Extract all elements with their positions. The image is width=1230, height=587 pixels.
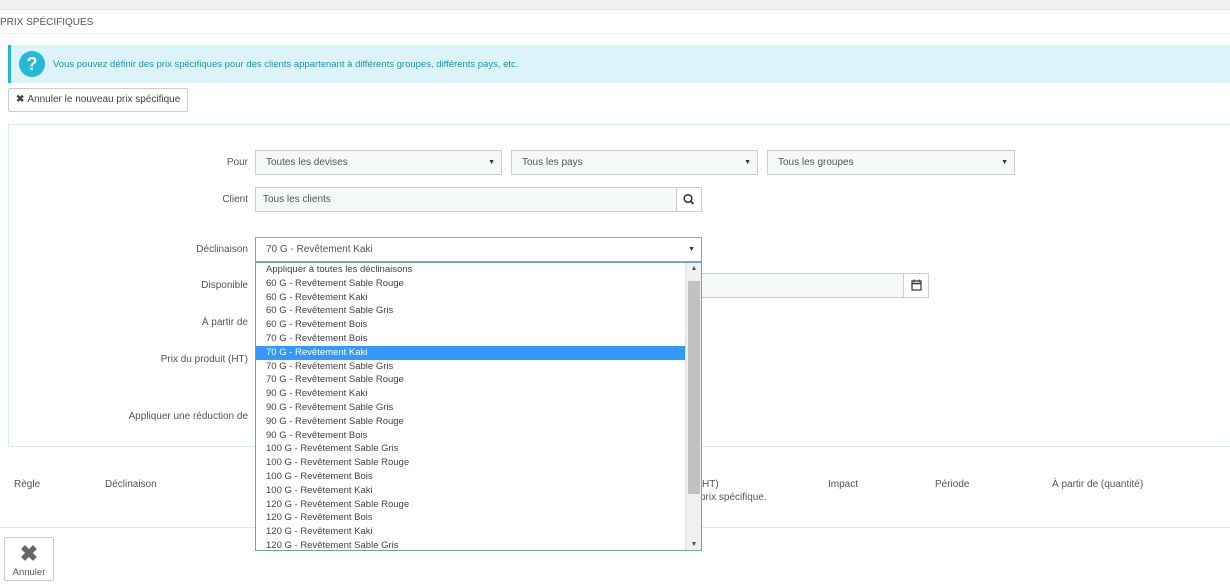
dropdown-option[interactable]: 70 G - Revêtement Kaki	[256, 345, 685, 360]
scrollbar-thumb[interactable]	[688, 281, 700, 494]
dropdown-option[interactable]: 60 G - Revêtement Kaki	[256, 291, 685, 305]
dropdown-option[interactable]: 70 G - Revêtement Sable Gris	[256, 360, 685, 374]
dropdown-option[interactable]: 100 G - Revêtement Sable Rouge	[256, 456, 685, 470]
dropdown-option[interactable]: 120 G - Revêtement Bois	[256, 511, 685, 525]
date-picker-button[interactable]	[903, 273, 929, 298]
scrollbar[interactable]: ▲ ▼	[685, 263, 701, 550]
col-periode: Période	[935, 479, 970, 490]
currency-value: Toutes les devises	[266, 157, 348, 168]
declinaison-label: Déclinaison	[196, 244, 248, 255]
group-select[interactable]: Tous les groupes ▼	[767, 150, 1015, 175]
pour-label: Pour	[226, 157, 248, 168]
dropdown-option[interactable]: Appliquer à toutes les déclinaisons	[256, 263, 685, 277]
panel-title: PRIX SPÉCIFIQUES	[0, 10, 1230, 34]
search-icon	[683, 193, 695, 205]
calendar-icon	[911, 279, 922, 291]
dropdown-option[interactable]: 90 G - Revêtement Sable Gris	[256, 401, 685, 415]
dropdown-option[interactable]: 120 G - Revêtement Sable Gris	[256, 539, 685, 550]
caret-down-icon: ▼	[688, 246, 695, 253]
close-icon: ✖	[16, 94, 25, 105]
dropdown-option[interactable]: 90 G - Revêtement Kaki	[256, 387, 685, 401]
caret-down-icon: ▼	[1001, 159, 1008, 166]
disponible-label: Disponible	[201, 280, 248, 291]
dropdown-option[interactable]: 90 G - Revêtement Sable Rouge	[256, 415, 685, 429]
dropdown-option[interactable]: 120 G - Revêtement Sable Rouge	[256, 498, 685, 512]
country-select[interactable]: Tous les pays ▼	[511, 150, 758, 175]
currency-select[interactable]: Toutes les devises ▼	[255, 150, 502, 175]
question-icon: ?	[19, 51, 45, 77]
cancel-new-label: Annuler le nouveau prix spécifique	[27, 94, 181, 105]
reduction-label: Appliquer une réduction de	[128, 411, 248, 422]
client-search-button[interactable]	[676, 187, 702, 212]
col-regle: Règle	[14, 479, 41, 490]
col-quantite: À partir de (quantité)	[1052, 479, 1144, 490]
client-search-input[interactable]: Tous les clients	[255, 187, 677, 212]
a-partir-label: À partir de	[201, 317, 248, 328]
date-to-input[interactable]	[690, 273, 904, 298]
col-prix-ht: HT)	[702, 479, 719, 490]
scroll-down-icon[interactable]: ▼	[686, 541, 701, 548]
close-icon: ✖	[19, 541, 39, 566]
dropdown-option[interactable]: 60 G - Revêtement Bois	[256, 318, 685, 332]
prix-label: Prix du produit (HT)	[160, 354, 248, 365]
client-label: Client	[222, 194, 248, 205]
scroll-up-icon[interactable]: ▲	[686, 265, 701, 272]
cancel-new-specific-price-button[interactable]: ✖ Annuler le nouveau prix spécifique	[8, 88, 189, 112]
cancel-label: Annuler	[12, 567, 46, 578]
col-declinaison: Déclinaison	[105, 479, 157, 490]
declinaison-value: 70 G - Revêtement Kaki	[266, 244, 373, 255]
info-alert: ? Vous pouvez définir des prix spécifiqu…	[8, 45, 1230, 83]
caret-down-icon: ▼	[744, 159, 751, 166]
alert-text: Vous pouvez définir des prix spécifiques…	[53, 59, 519, 70]
dropdown-option[interactable]: 60 G - Revêtement Sable Gris	[256, 304, 685, 318]
dropdown-option[interactable]: 60 G - Revêtement Sable Rouge	[256, 277, 685, 291]
cancel-button[interactable]: ✖ Annuler	[4, 537, 54, 581]
dropdown-option[interactable]: 90 G - Revêtement Bois	[256, 429, 685, 443]
dropdown-option[interactable]: 70 G - Revêtement Sable Rouge	[256, 373, 685, 387]
empty-table-message: prix spécifique.	[700, 492, 767, 503]
declinaison-dropdown-list[interactable]: Appliquer à toutes les déclinaisons 60 G …	[255, 262, 702, 551]
dropdown-option[interactable]: 100 G - Revêtement Sable Gris	[256, 442, 685, 456]
declinaison-select[interactable]: 70 G - Revêtement Kaki ▼	[255, 237, 702, 262]
option-list: Appliquer à toutes les déclinaisons 60 G …	[256, 263, 685, 550]
dropdown-option[interactable]: 100 G - Revêtement Bois	[256, 470, 685, 484]
dropdown-option[interactable]: 70 G - Revêtement Bois	[256, 332, 685, 346]
dropdown-option[interactable]: 120 G - Revêtement Kaki	[256, 525, 685, 539]
dropdown-option[interactable]: 100 G - Revêtement Kaki	[256, 484, 685, 498]
country-value: Tous les pays	[522, 157, 583, 168]
col-impact: Impact	[828, 479, 859, 490]
caret-down-icon: ▼	[488, 159, 495, 166]
group-value: Tous les groupes	[778, 157, 854, 168]
